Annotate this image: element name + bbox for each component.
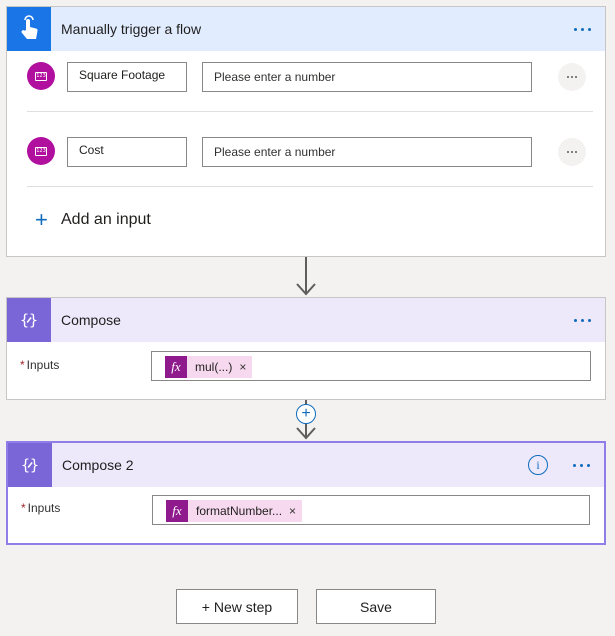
compose-2-title: Compose 2: [62, 457, 134, 473]
input-name-field[interactable]: Square Footage: [67, 62, 187, 92]
new-step-button[interactable]: + New step: [176, 589, 298, 624]
arrow-down-icon: [296, 283, 316, 296]
expression-token-text: formatNumber...: [196, 504, 283, 518]
add-input-label: Add an input: [61, 211, 151, 228]
remove-token-icon[interactable]: ×: [239, 360, 252, 374]
inputs-field[interactable]: fx formatNumber... ×: [152, 495, 590, 525]
compose-icon: {}: [7, 298, 51, 342]
row-divider: [27, 111, 593, 112]
number-icon: 123: [27, 62, 55, 90]
inputs-label: * Inputs: [20, 358, 60, 372]
fx-icon: fx: [166, 500, 188, 522]
inputs-field[interactable]: fx mul(...) ×: [151, 351, 591, 381]
expression-token[interactable]: fx mul(...) ×: [165, 356, 253, 378]
input-value-field[interactable]: [202, 137, 532, 167]
row-more-icon[interactable]: [558, 63, 586, 91]
compose-2-card: {} Compose 2 i *Inputs fx formatNumber..…: [6, 441, 606, 545]
touch-trigger-icon: [7, 7, 51, 51]
trigger-card: Manually trigger a flow 123 Square Foota…: [6, 6, 606, 257]
arrow-down-icon: [296, 427, 316, 440]
compose-header[interactable]: {} Compose: [7, 298, 605, 342]
inputs-label: * Inputs: [21, 501, 61, 515]
save-button[interactable]: Save: [316, 589, 436, 624]
input-value-field[interactable]: [202, 62, 532, 92]
compose-card: {} Compose *Inputs fx mul(...) ×: [6, 297, 606, 400]
compose-icon: {}: [8, 443, 52, 487]
compose-2-more-icon[interactable]: [568, 455, 594, 475]
expression-token[interactable]: fx formatNumber... ×: [166, 500, 303, 522]
trigger-more-icon[interactable]: [569, 19, 595, 39]
remove-token-icon[interactable]: ×: [289, 504, 302, 518]
number-icon: 123: [27, 137, 55, 165]
input-name-field[interactable]: Cost: [67, 137, 187, 167]
row-more-icon[interactable]: [558, 138, 586, 166]
trigger-header[interactable]: Manually trigger a flow: [7, 7, 605, 51]
compose-more-icon[interactable]: [569, 310, 595, 330]
input-row-square-footage: 123 Square Footage: [7, 51, 605, 99]
insert-step-icon[interactable]: +: [296, 404, 316, 424]
expression-token-text: mul(...): [195, 360, 233, 374]
add-input-button[interactable]: + Add an input: [35, 209, 151, 231]
info-icon[interactable]: i: [528, 455, 548, 475]
plus-icon: +: [35, 207, 48, 232]
input-row-cost: 123 Cost: [7, 126, 605, 174]
trigger-title: Manually trigger a flow: [61, 21, 202, 37]
compose-2-header[interactable]: {} Compose 2 i: [8, 443, 604, 487]
row-divider: [27, 186, 593, 187]
fx-icon: fx: [165, 356, 187, 378]
compose-title: Compose: [61, 312, 121, 328]
